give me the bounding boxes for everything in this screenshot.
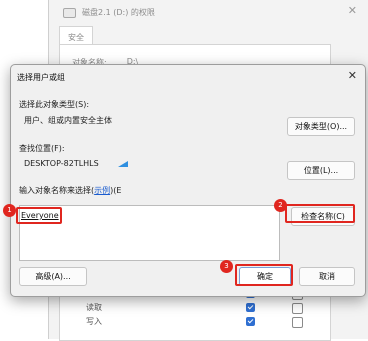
enter-names-text: 输入对象名称来选择(	[19, 186, 95, 195]
permission-label: 读取	[86, 303, 102, 312]
locations-button[interactable]: 位置(L)...	[287, 161, 355, 180]
location-label: 查找位置(F):	[19, 144, 65, 153]
enter-names-label: 输入对象名称来选择(示例)(E	[19, 185, 121, 196]
properties-title-bar: 磁盘2.1 (D:) 的权限	[63, 7, 155, 18]
step-badge-1: 1	[3, 204, 16, 217]
permission-label: 写入	[86, 317, 102, 326]
properties-close-icon[interactable]: ✕	[348, 4, 357, 17]
highlight-ok-button	[235, 264, 293, 286]
allow-checkbox[interactable]	[246, 303, 255, 312]
object-types-button[interactable]: 对象类型(O)...	[287, 117, 355, 136]
close-icon[interactable]: ✕	[348, 69, 357, 82]
step-badge-2: 2	[274, 199, 287, 212]
highlight-check-names	[285, 204, 355, 223]
location-field: DESKTOP-82TLHLS	[19, 155, 281, 173]
permission-row-write: 写入	[68, 315, 322, 329]
drive-icon	[63, 7, 76, 18]
deny-checkbox[interactable]	[292, 303, 303, 314]
examples-link[interactable]: 示例	[94, 186, 110, 195]
network-signal-icon	[118, 161, 128, 167]
cancel-button[interactable]: 取消	[299, 267, 355, 286]
permission-row-read: 读取	[68, 301, 322, 315]
properties-title: 磁盘2.1 (D:) 的权限	[82, 8, 155, 17]
location-value: DESKTOP-82TLHLS	[24, 159, 99, 168]
select-users-dialog: 选择用户或组 ✕ 选择此对象类型(S): 用户、组或内置安全主体 对象类型(O)…	[10, 64, 366, 297]
advanced-button[interactable]: 高级(A)...	[19, 267, 87, 286]
deny-checkbox[interactable]	[292, 317, 303, 328]
dialog-title: 选择用户或组	[17, 73, 65, 82]
highlight-entered-name	[16, 207, 62, 224]
enter-names-suffix: )(E	[110, 186, 122, 195]
object-type-value: 用户、组或内置安全主体	[19, 112, 281, 130]
step-badge-3: 3	[220, 260, 233, 273]
allow-checkbox[interactable]	[246, 317, 255, 326]
object-type-label: 选择此对象类型(S):	[19, 100, 90, 109]
